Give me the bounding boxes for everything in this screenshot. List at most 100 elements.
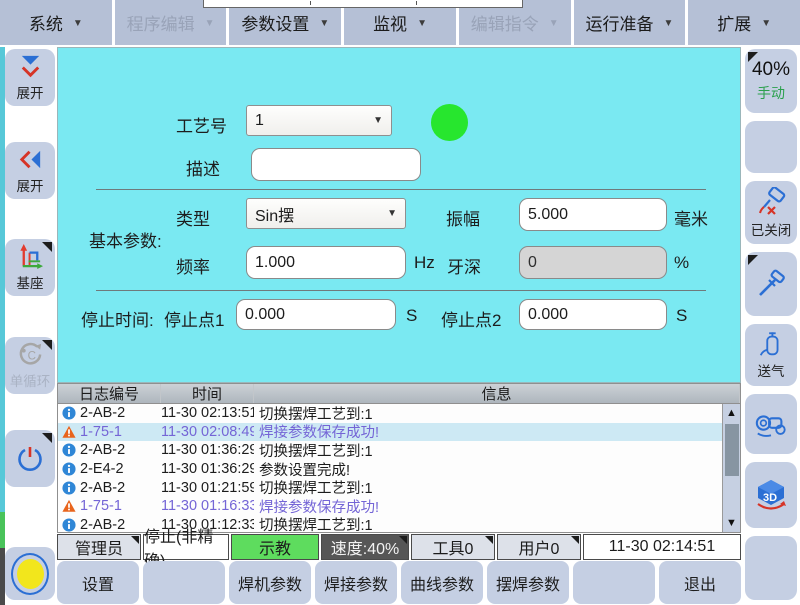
empty-button-2[interactable]: [573, 561, 655, 604]
log-row[interactable]: 1-75-111-30 01:16:33焊接参数保存成功!: [58, 497, 723, 516]
depth-input: [519, 246, 667, 279]
menu-item-label: 参数设置: [241, 10, 309, 35]
stop2-label: 停止点2: [441, 306, 501, 331]
stop2-input[interactable]: [519, 299, 667, 330]
log-table: 日志编号 时间 信息 2-AB-211-30 02:13:51切换摆焊工艺到:1…: [57, 383, 741, 533]
welding-params-button[interactable]: 焊接参数: [315, 561, 397, 604]
empty-right-button-2[interactable]: [745, 536, 797, 600]
info-icon: [62, 481, 76, 495]
divider: [96, 290, 706, 291]
view-3d-button[interactable]: 3D: [745, 462, 797, 528]
torch-off-icon: [756, 187, 786, 217]
torch-button[interactable]: [745, 252, 797, 316]
log-col-msg: 信息: [254, 384, 740, 403]
scroll-down-icon[interactable]: ▼: [726, 514, 737, 532]
log-row[interactable]: 2-AB-211-30 01:36:29切换摆焊工艺到:1: [58, 441, 723, 460]
bottom-button-bar: 设置 焊机参数焊接参数曲线参数摆焊参数 退出: [57, 561, 741, 604]
log-message: 切换摆焊工艺到:1: [254, 514, 723, 532]
log-time: 11-30 02:13:51: [161, 405, 254, 421]
log-id: 1-75-1: [80, 498, 122, 514]
expand-down-label: 展开: [17, 82, 44, 102]
log-time: 11-30 01:36:29: [161, 442, 254, 458]
process-no-label: 工艺号: [176, 112, 227, 137]
base-frame-button[interactable]: 基座: [5, 239, 55, 296]
weave-params-button[interactable]: 摆焊参数: [487, 561, 569, 604]
expand-left-button[interactable]: 展开: [5, 142, 55, 199]
expand-down-button[interactable]: 展开: [5, 49, 55, 106]
single-cycle-button[interactable]: C 单循环: [5, 337, 55, 394]
log-id: 2-AB-2: [80, 480, 125, 496]
stop1-unit: S: [406, 306, 417, 326]
torch-closed-button[interactable]: 已关闭: [745, 181, 797, 244]
description-label: 描述: [186, 155, 220, 180]
stop1-input[interactable]: [236, 299, 396, 330]
curve-params-button[interactable]: 曲线参数: [401, 561, 483, 604]
info-icon: [62, 443, 76, 457]
cube-3d-icon: 3D: [753, 477, 789, 513]
scroll-up-icon[interactable]: ▲: [726, 404, 737, 422]
robot-jog-button[interactable]: [745, 394, 797, 454]
log-row[interactable]: 2-AB-211-30 02:13:51切换摆焊工艺到:1: [58, 404, 723, 423]
gas-cylinder-icon: [757, 330, 785, 358]
weave-type-value: Sin摆: [255, 202, 294, 226]
welder-params-button[interactable]: 焊机参数: [229, 561, 311, 604]
scrollbar-thumb[interactable]: [725, 424, 739, 476]
log-id: 2-AB-2: [80, 442, 125, 458]
log-row[interactable]: 2-E4-211-30 01:36:29参数设置完成!: [58, 460, 723, 479]
speed-badge[interactable]: 速度:40%: [321, 534, 409, 560]
coordinate-axes-icon: [17, 243, 44, 270]
log-scrollbar[interactable]: ▲ ▼: [722, 404, 740, 532]
empty-right-button-1[interactable]: [745, 121, 797, 173]
settings-button[interactable]: 设置: [57, 561, 139, 604]
weave-type-select[interactable]: Sin摆 ▼: [246, 198, 406, 229]
empty-button-1[interactable]: [143, 561, 225, 604]
user-role-badge[interactable]: 管理员: [57, 534, 141, 560]
user-frame-badge[interactable]: 用户0: [497, 534, 581, 560]
warning-icon: [62, 499, 76, 513]
log-row[interactable]: 1-75-111-30 02:08:49焊接参数保存成功!: [58, 423, 723, 442]
log-time: 11-30 01:21:59: [161, 480, 254, 496]
chevron-down-icon: ▼: [664, 16, 674, 29]
expand-left-label: 展开: [17, 175, 44, 195]
log-col-time: 时间: [161, 384, 254, 403]
divider: [96, 189, 706, 190]
log-row[interactable]: 2-AB-211-30 01:21:59切换摆焊工艺到:1: [58, 478, 723, 497]
servo-status-button[interactable]: [5, 547, 55, 600]
menu-system[interactable]: 系统▼: [0, 0, 112, 45]
process-no-select[interactable]: 1 ▼: [246, 105, 392, 136]
expand-left-icon: [17, 146, 44, 173]
gas-feed-button[interactable]: 送气: [745, 324, 797, 386]
speed-percent-label: 40%: [752, 59, 790, 81]
log-table-header: 日志编号 时间 信息: [58, 384, 740, 404]
manual-mode-label: 手动: [757, 83, 785, 103]
svg-text:3D: 3D: [763, 492, 777, 504]
freq-input[interactable]: [246, 246, 406, 279]
process-active-led: [431, 104, 468, 141]
chevron-down-icon: ▼: [73, 16, 83, 29]
description-input[interactable]: [251, 148, 421, 181]
clock-display: 11-30 02:14:51: [583, 534, 741, 560]
torch-off-label: 已关闭: [751, 219, 792, 239]
chevron-down-icon: ▼: [319, 16, 329, 29]
menu-item-label: 运行准备: [586, 10, 654, 35]
menu-run-prep[interactable]: 运行准备 ▼: [574, 0, 686, 45]
speed-mode-button[interactable]: 40% 手动: [745, 49, 797, 113]
menu-extension[interactable]: 扩展▼: [688, 0, 800, 45]
tool-badge[interactable]: 工具0: [411, 534, 495, 560]
svg-text:C: C: [27, 350, 35, 362]
process-no-value: 1: [255, 112, 264, 130]
amplitude-input[interactable]: [519, 198, 667, 231]
power-icon: [15, 444, 45, 474]
top-progress-strip: [203, 0, 523, 8]
menu-item-label: 编辑指令: [471, 10, 539, 35]
run-state-badge: 停止(非精确): [143, 534, 229, 560]
amplitude-label: 振幅: [446, 205, 480, 230]
log-time: 11-30 01:16:33: [161, 498, 254, 514]
exit-button[interactable]: 退出: [659, 561, 741, 604]
chevron-down-icon: ▼: [549, 16, 559, 29]
log-table-body: 2-AB-211-30 02:13:51切换摆焊工艺到:1 1-75-111-3…: [58, 404, 723, 532]
servo-power-button[interactable]: [5, 430, 55, 487]
stop-section-label: 停止时间:: [81, 306, 154, 331]
torch-icon: [755, 268, 787, 300]
expand-down-icon: [17, 53, 44, 80]
